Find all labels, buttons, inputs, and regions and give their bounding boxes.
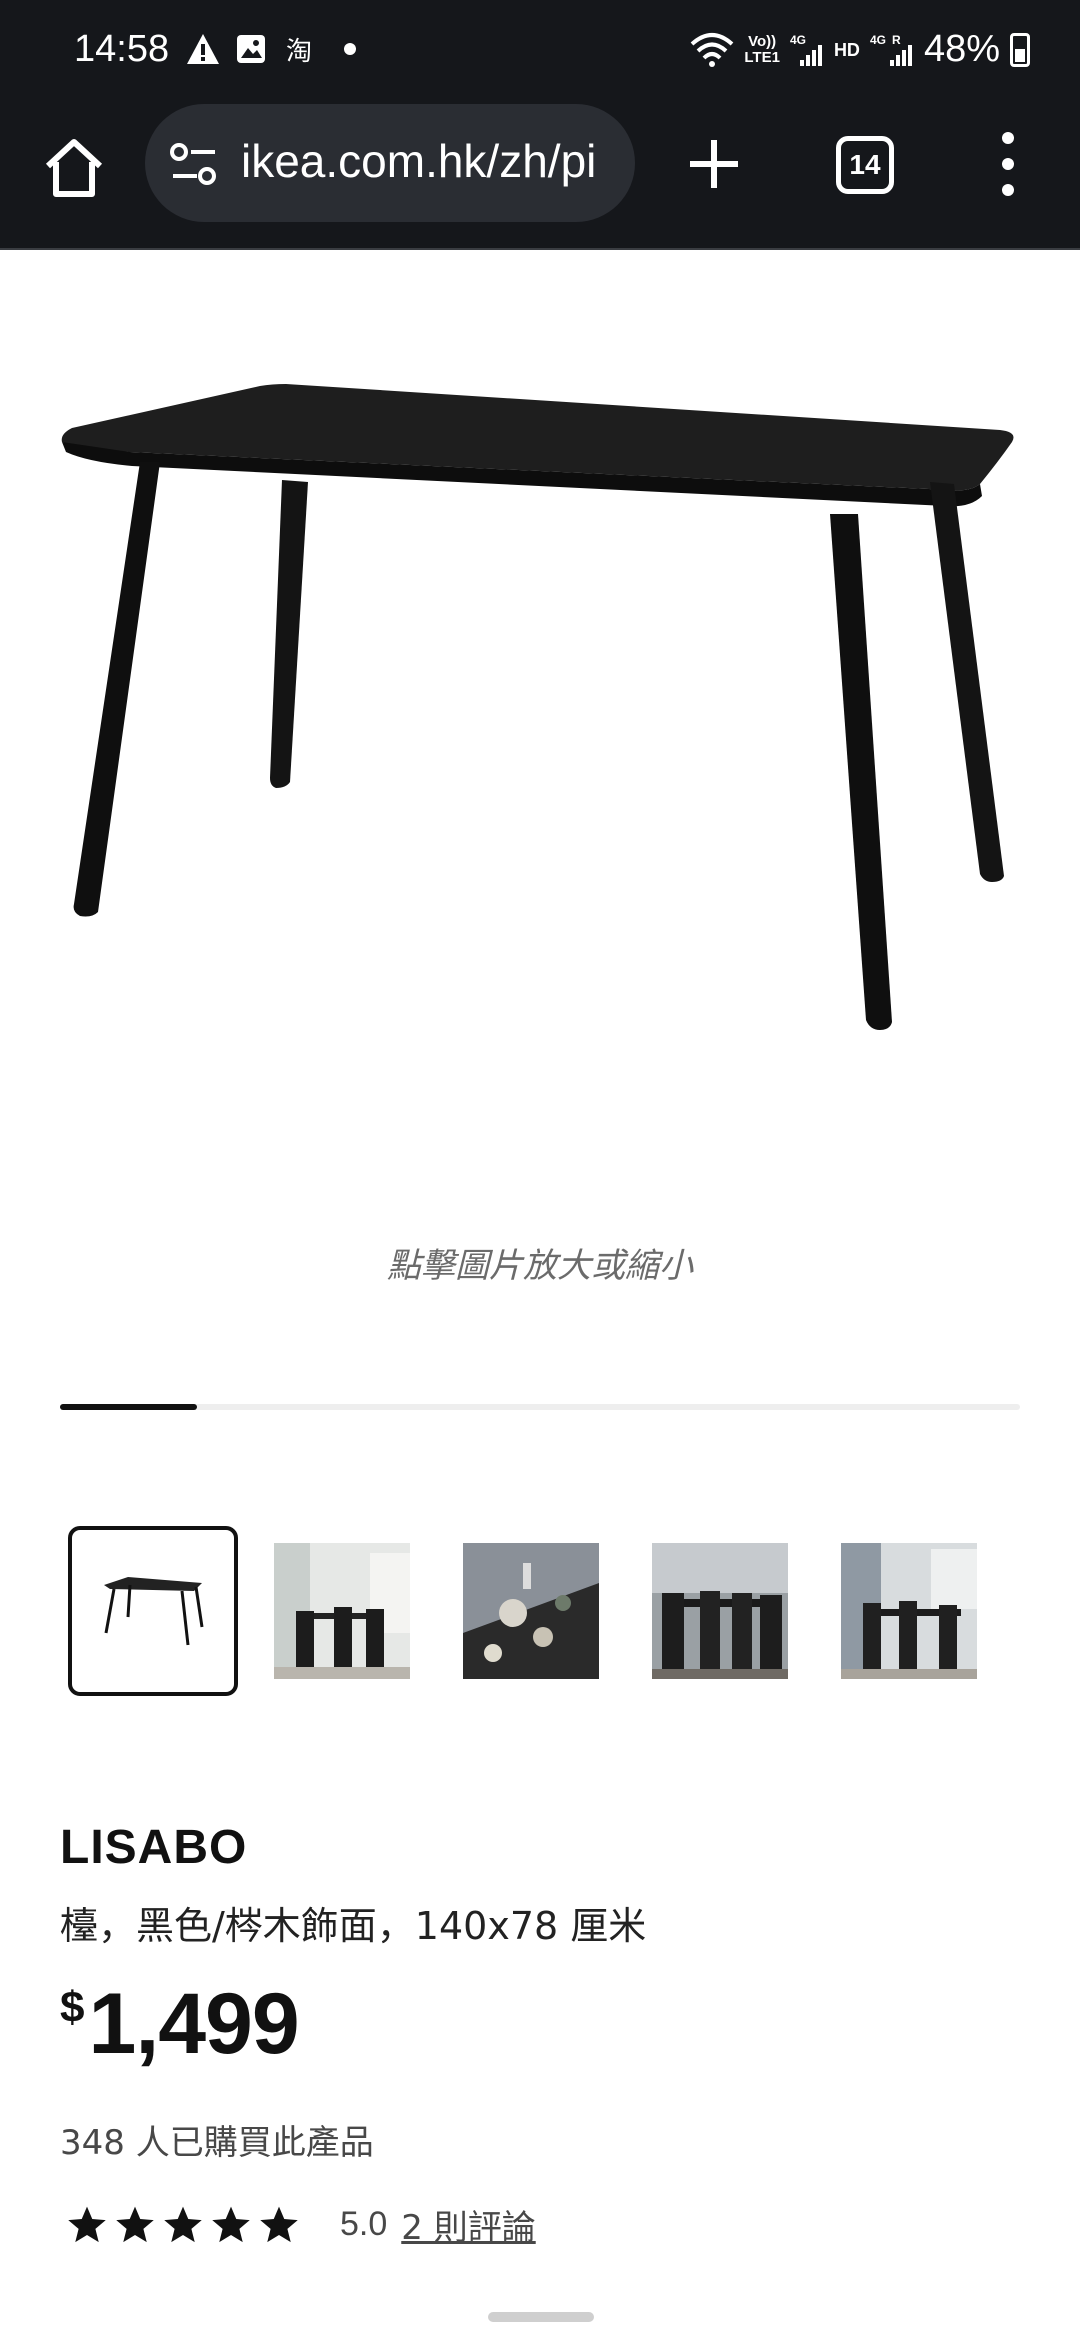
thumbnail-3[interactable] [463, 1543, 599, 1679]
system-status: Vo)) LTE1 4G HD 4G R 48% [690, 28, 1030, 71]
star-icon [212, 2206, 250, 2242]
warning-icon [186, 32, 220, 66]
reviews-link[interactable]: 2 則評論 [401, 2200, 535, 2249]
price-value: 1,499 [88, 1976, 299, 2072]
taobao-icon: 淘 [285, 36, 312, 67]
rating[interactable]: 5.0 2 則評論 [66, 2200, 536, 2249]
volte-tag: Vo)) LTE1 [744, 32, 780, 66]
home-button[interactable] [40, 134, 108, 202]
table-closeup-thumbnail-image [463, 1543, 599, 1679]
star-icon [164, 2206, 202, 2242]
svg-text:R: R [892, 33, 901, 47]
price-currency: $ [60, 1983, 85, 2032]
zoom-hint: 點擊圖片放大或縮小 [387, 1247, 693, 1285]
table-thumbnail-image [104, 1577, 204, 1646]
more-notifications-dot [344, 43, 356, 55]
product-price: $ 1,499 [60, 1975, 300, 2074]
address-bar[interactable]: ikea.com.hk/zh/pi [145, 104, 635, 222]
status-bar: 14:58 淘 Vo)) LTE1 4G HD 4G R 48% [0, 0, 1080, 100]
browser-toolbar: ikea.com.hk/zh/pi 14 [0, 100, 1080, 250]
svg-text:4G: 4G [790, 33, 806, 47]
star-icon [260, 2206, 298, 2242]
rating-value: 5.0 [340, 2205, 388, 2243]
product-main-image[interactable] [0, 252, 1080, 1152]
thumbnail-4[interactable] [652, 1543, 788, 1679]
star-icon [68, 2206, 106, 2242]
purchase-count: 348 人已購買此產品 [60, 2123, 374, 2163]
thumbnail-strip [68, 1526, 1030, 1696]
thumbnail-5[interactable] [841, 1543, 977, 1679]
product-name: LISABO [60, 1821, 248, 1874]
dining-room-thumbnail-image-3 [841, 1543, 977, 1679]
dining-room-thumbnail-image [274, 1543, 410, 1679]
battery-percent: 48% [923, 28, 1000, 70]
new-tab-button[interactable] [686, 136, 742, 192]
overflow-menu-button[interactable] [990, 132, 1026, 196]
dining-room-thumbnail-image-2 [652, 1543, 788, 1679]
site-settings-icon[interactable] [169, 142, 219, 186]
gallery-progress-fill [60, 1404, 198, 1410]
thumbnail-2[interactable] [274, 1543, 410, 1679]
url-text[interactable]: ikea.com.hk/zh/pi [241, 134, 621, 188]
tab-switcher-button[interactable]: 14 [836, 136, 894, 194]
thumbnail-1[interactable] [68, 1526, 238, 1696]
menu-dot [1002, 132, 1014, 144]
signal-icon-1: 4G [790, 33, 822, 66]
hd-tag: HD [833, 39, 860, 60]
menu-dot [1002, 158, 1014, 170]
gallery-progress-track [60, 1404, 1020, 1410]
svg-text:4G: 4G [870, 33, 886, 47]
star-icon [116, 2206, 154, 2242]
status-time: 14:58 [74, 28, 170, 70]
home-indicator[interactable] [488, 2312, 594, 2322]
product-description: 檯，黑色/梣木飾面，140x78 厘米 [60, 1904, 647, 1948]
battery-icon [1010, 32, 1030, 67]
image-icon [234, 32, 268, 66]
notification-icons: 淘 [186, 32, 356, 67]
menu-dot [1002, 184, 1014, 196]
signal-icon-2: 4G R [870, 33, 912, 66]
wifi-icon [691, 32, 734, 67]
rating-stars [66, 2204, 306, 2246]
